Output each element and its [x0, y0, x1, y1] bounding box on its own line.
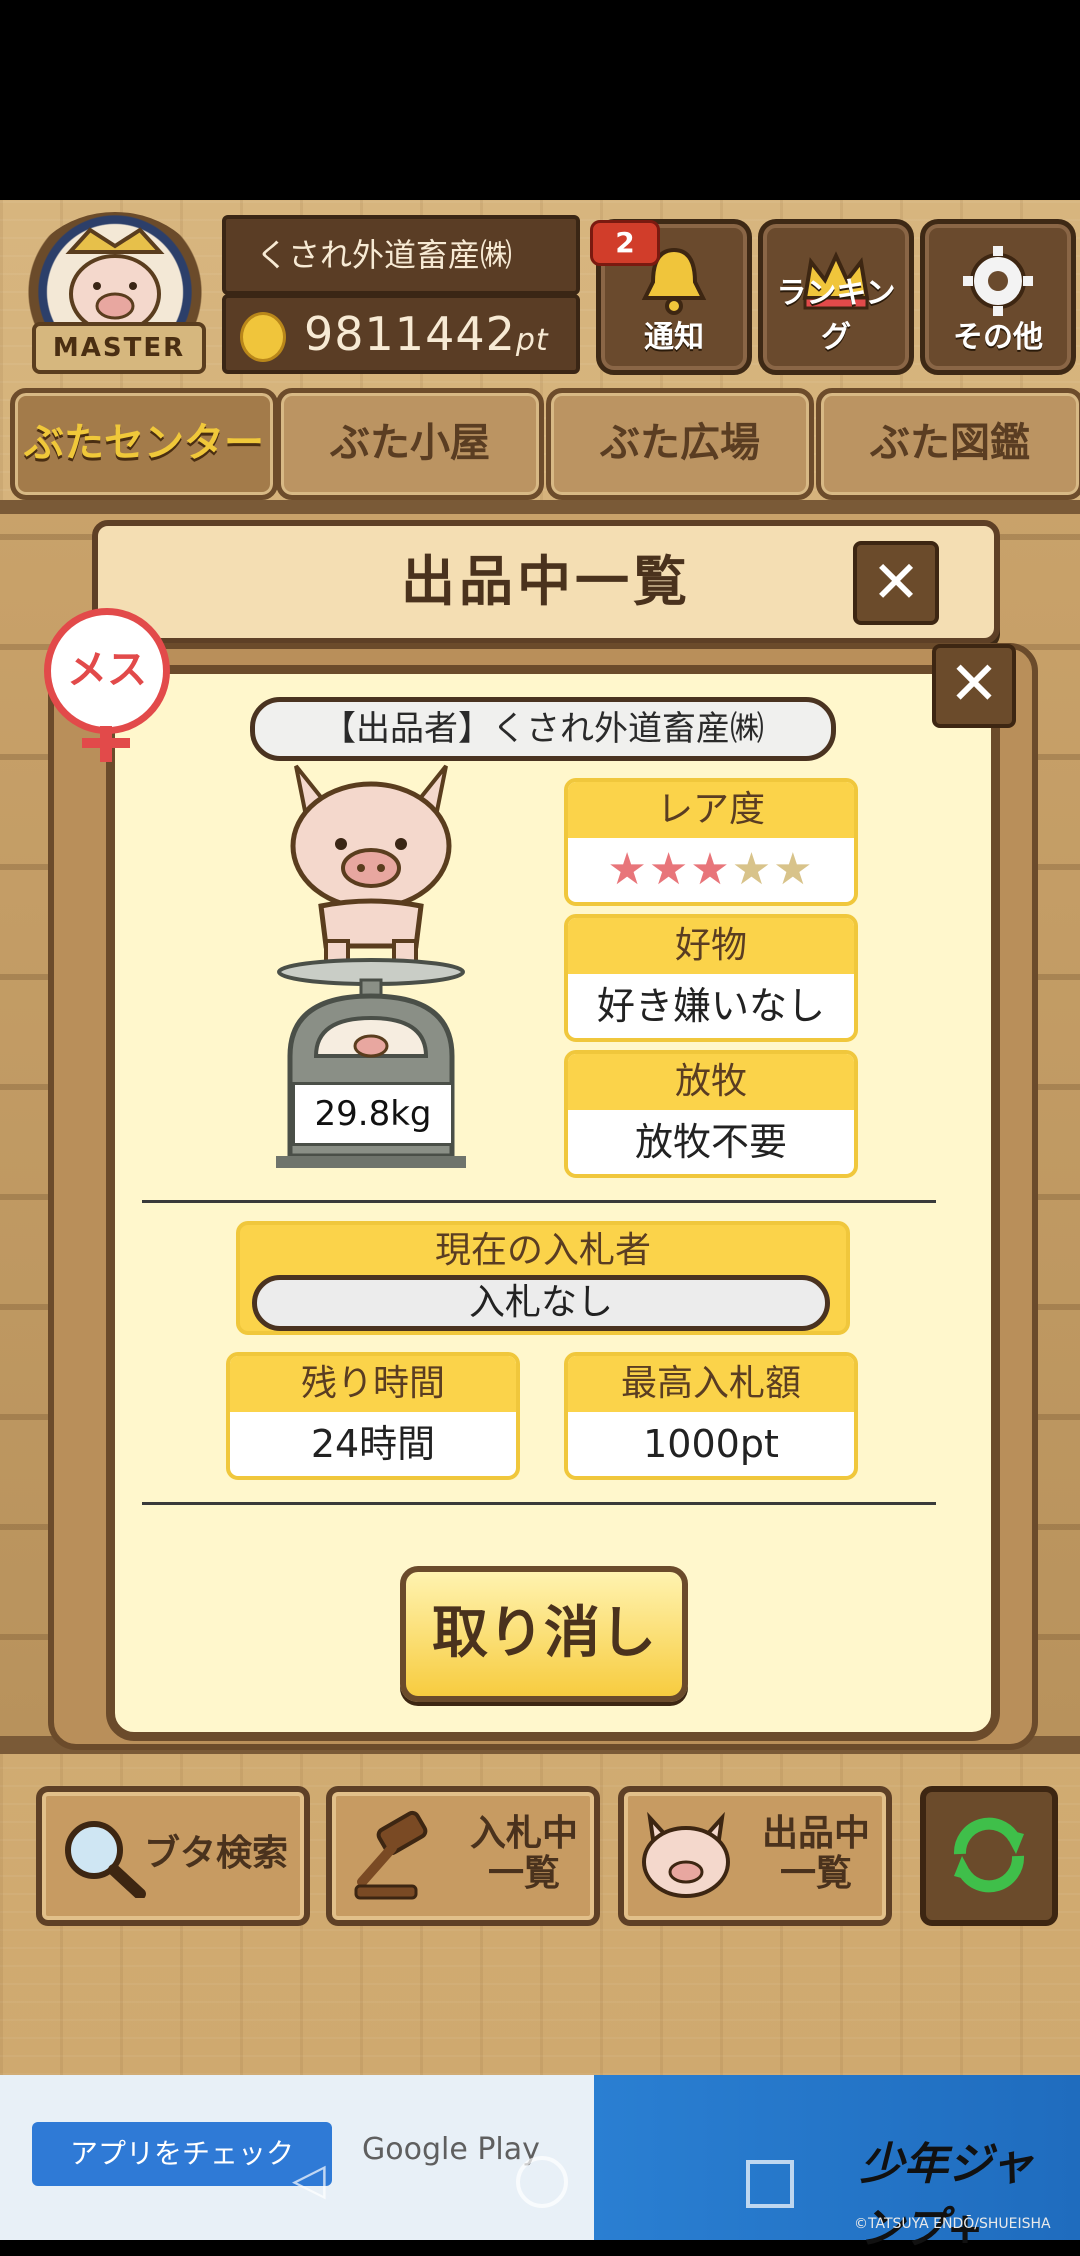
magnifier-icon [65, 1821, 146, 1898]
divider [142, 1502, 936, 1505]
close-icon[interactable]: ✕ [853, 541, 939, 625]
refresh-icon [953, 1817, 1025, 1893]
tab-buta-center[interactable]: ぶたセンター [10, 388, 278, 500]
gavel-icon [354, 1810, 428, 1900]
bidding-list-label-line2: 一覧 [487, 1853, 560, 1894]
top-bid-card: 最高入札額 1000pt [564, 1352, 858, 1480]
settings-button[interactable]: その他 [920, 219, 1076, 375]
ad-cta-button[interactable]: アプリをチェック [32, 2122, 332, 2186]
rarity-label: レア度 [568, 782, 854, 838]
ranking-label: ランキング [776, 276, 896, 355]
notification-label: 通知 [644, 320, 704, 355]
notification-count-badge: 2 [590, 220, 660, 266]
bidding-list-label: 入札中 一覧 [470, 1814, 578, 1894]
tab-buta-hut[interactable]: ぶた小屋 [276, 388, 544, 500]
bidding-list-button[interactable]: 入札中 一覧 [326, 1786, 600, 1926]
ad-credit: ©TATSUYA ENDŌ/SHUEISHA [854, 2216, 1051, 2232]
settings-label: その他 [953, 320, 1043, 355]
tab-buta-plaza[interactable]: ぶた広場 [546, 388, 814, 500]
sex-label: メス [67, 647, 147, 693]
listing-list-label-line2: 一覧 [779, 1853, 852, 1894]
star-filled-icon: ★ [648, 844, 691, 895]
star-empty-icon: ★ [731, 844, 774, 895]
company-name-plate: くされ外道畜産㈱ [222, 215, 580, 295]
rarity-stars: ★★★★★ [568, 838, 854, 902]
coin-icon [240, 312, 286, 362]
google-play-label: Google Play [362, 2132, 540, 2167]
cancel-listing-button[interactable]: 取り消し [400, 1566, 688, 1702]
modal-close-button[interactable]: ✕ [932, 644, 1016, 728]
top-bid-value: 1000pt [643, 1422, 779, 1466]
points-display: 9811442pt [304, 298, 549, 377]
remaining-time-card: 残り時間 24時間 [226, 1352, 520, 1480]
status-bar-area [0, 0, 1080, 200]
female-symbol-icon [82, 738, 130, 748]
master-ribbon: MASTER [32, 322, 206, 374]
listing-list-button[interactable]: 出品中 一覧 [618, 1786, 892, 1926]
current-bidder-label: 現在の入札者 [434, 1230, 651, 1271]
current-bidder-value: 入札なし [252, 1275, 830, 1331]
gear-icon [963, 246, 1033, 316]
refresh-button[interactable] [920, 1786, 1058, 1926]
seller-label: 【出品者】くされ外道畜産㈱ [250, 697, 836, 761]
pig-face-icon [642, 1811, 730, 1898]
current-bidder-card: 現在の入札者 入札なし [236, 1221, 850, 1335]
points-value: 9811442 [304, 307, 516, 361]
star-filled-icon: ★ [690, 844, 732, 895]
listing-list-label-line1: 出品中 [761, 1813, 870, 1854]
back-icon[interactable]: ◁ [292, 2154, 326, 2205]
favorite-food-card: 好物 好き嫌いなし [564, 914, 858, 1042]
pig-search-label: ブタ検索 [143, 1833, 288, 1874]
tab-buta-encyclopedia[interactable]: ぶた図鑑 [816, 388, 1080, 500]
pig-on-scale: 29.8kg [276, 756, 466, 1168]
star-empty-icon: ★ [773, 844, 815, 895]
weight-display: 29.8kg [292, 1082, 454, 1146]
beam [0, 500, 1080, 514]
bidding-list-label-line1: 入札中 [469, 1813, 578, 1854]
remaining-time-value: 24時間 [310, 1422, 436, 1466]
home-icon[interactable] [516, 2156, 568, 2208]
remaining-time-label: 残り時間 [230, 1356, 516, 1412]
top-bid-label: 最高入札額 [568, 1356, 854, 1412]
jump-plus-logo: 少年ジャンプ+ [860, 2139, 1034, 2254]
pig-search-button[interactable]: ブタ検索 [36, 1786, 310, 1926]
star-filled-icon: ★ [607, 844, 649, 895]
company-name: くされ外道畜産㈱ [256, 236, 513, 274]
divider [142, 1200, 936, 1203]
points-unit: pt [515, 323, 549, 358]
grazing-label: 放牧 [568, 1054, 854, 1110]
rarity-card: レア度 ★★★★★ [564, 778, 858, 906]
ranking-button[interactable]: ランキング [758, 219, 914, 375]
points-plate: 9811442pt [222, 294, 580, 374]
favorite-food-label: 好物 [568, 918, 854, 974]
grazing-card: 放牧 放牧不要 [564, 1050, 858, 1178]
listing-list-label: 出品中 一覧 [762, 1814, 870, 1894]
female-badge: メス [44, 608, 170, 734]
recent-apps-icon[interactable] [746, 2160, 794, 2208]
favorite-food-value: 好き嫌いなし [596, 984, 825, 1028]
grazing-value: 放牧不要 [634, 1120, 787, 1164]
